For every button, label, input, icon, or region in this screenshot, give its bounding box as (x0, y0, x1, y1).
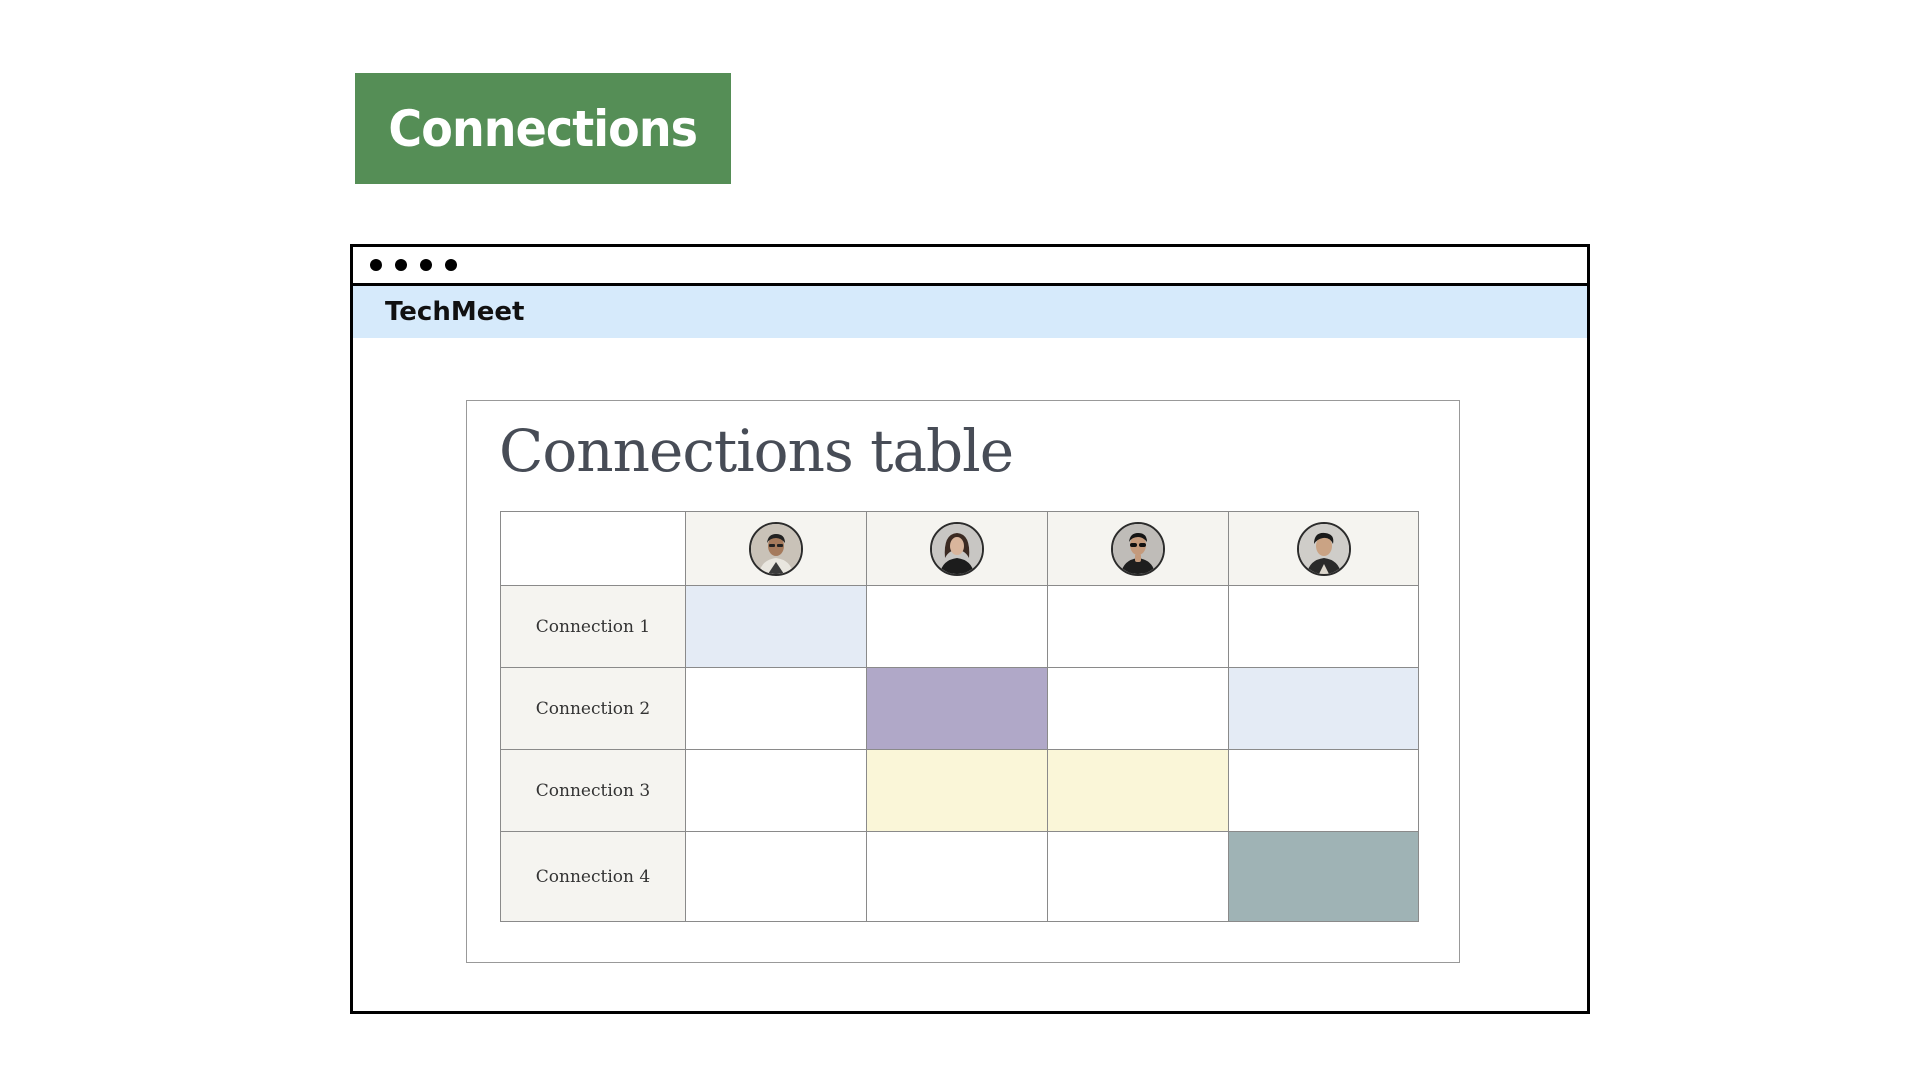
banner-title: Connections (388, 99, 699, 158)
column-header (685, 511, 867, 586)
section-banner: Connections (355, 73, 731, 184)
person-avatar-icon[interactable] (1296, 521, 1351, 576)
app-name[interactable]: TechMeet (385, 297, 524, 327)
table-row: Connection 1 (500, 585, 1419, 668)
connection-cell[interactable] (1228, 585, 1419, 668)
table-row: Connection 3 (500, 749, 1419, 832)
window-dot-icon[interactable] (420, 259, 432, 271)
connections-card: Connections table Connection 1 Connectio… (466, 400, 1460, 963)
row-label: Connection 3 (500, 749, 686, 832)
connection-cell[interactable] (685, 585, 867, 668)
person-avatar-icon[interactable] (1111, 521, 1165, 576)
person-avatar-icon[interactable] (749, 521, 803, 576)
table-row: Connection 2 (500, 667, 1419, 750)
card-title: Connections table (499, 417, 1014, 485)
connection-cell[interactable] (685, 667, 867, 750)
person-avatar-icon[interactable] (930, 521, 984, 576)
window-dot-icon[interactable] (370, 259, 382, 271)
connection-cell[interactable] (866, 667, 1048, 750)
window-dot-icon[interactable] (445, 259, 457, 271)
column-header (1047, 511, 1229, 586)
window-dot-icon[interactable] (395, 259, 407, 271)
connection-cell[interactable] (1228, 749, 1419, 832)
connections-table: Connection 1 Connection 2 Connection 3 C… (500, 511, 1419, 922)
app-header: TechMeet (353, 286, 1587, 338)
connection-cell[interactable] (866, 831, 1048, 922)
row-label: Connection 1 (500, 585, 686, 668)
table-row: Connection 4 (500, 831, 1419, 922)
connection-cell[interactable] (866, 749, 1048, 832)
connection-cell[interactable] (1047, 585, 1229, 668)
row-label: Connection 2 (500, 667, 686, 750)
window-titlebar (353, 247, 1587, 286)
column-header (866, 511, 1048, 586)
connection-cell[interactable] (685, 831, 867, 922)
row-label: Connection 4 (500, 831, 686, 922)
corner-cell (500, 511, 686, 586)
connection-cell[interactable] (1047, 749, 1229, 832)
connection-cell[interactable] (685, 749, 867, 832)
connection-cell[interactable] (1228, 831, 1419, 922)
connection-cell[interactable] (1047, 831, 1229, 922)
column-header (1228, 511, 1419, 586)
table-header-row (500, 511, 1419, 586)
connection-cell[interactable] (1228, 667, 1419, 750)
connection-cell[interactable] (866, 585, 1048, 668)
connection-cell[interactable] (1047, 667, 1229, 750)
